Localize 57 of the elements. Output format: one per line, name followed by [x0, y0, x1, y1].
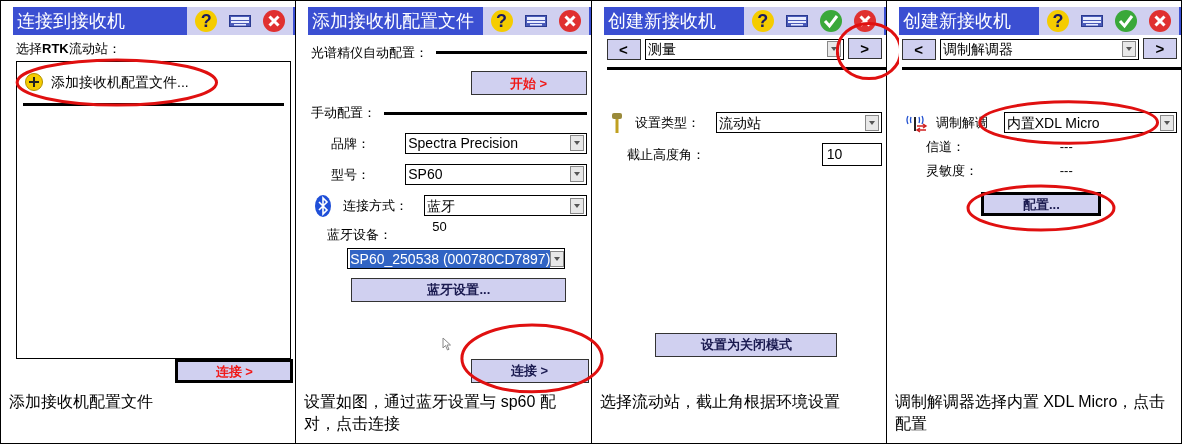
field-label: 型号：	[331, 165, 372, 184]
close-icon	[558, 10, 581, 32]
next-button[interactable]: >	[1143, 38, 1177, 59]
dropdown[interactable]: 流动站	[715, 112, 882, 133]
caption-text: 调制解调器选择内置 XDL Micro，点击配置	[893, 392, 1167, 434]
help-icon[interactable]: ?	[751, 10, 774, 32]
dialog-button[interactable]: 连接 >	[470, 359, 589, 383]
previous-button[interactable]: <	[606, 38, 641, 60]
dialog-button[interactable]: 蓝牙设置...	[351, 278, 567, 302]
checkmark-icon	[1115, 10, 1137, 32]
checkmark-icon	[819, 10, 842, 32]
section-label: 光谱精仪自动配置：	[311, 44, 429, 62]
help-icon[interactable]: ?	[490, 10, 513, 32]
dropdown[interactable]: SP60	[405, 163, 587, 185]
help-icon[interactable]: ?	[195, 10, 218, 32]
field-label: 灵敏度：	[925, 161, 979, 180]
field-label: 选择RTK流动站：	[16, 40, 121, 58]
mouse-pointer-icon	[442, 337, 453, 351]
survey-pole-icon	[610, 112, 623, 133]
bluetooth-icon	[315, 194, 332, 217]
dropdown[interactable]: 调制解调器	[939, 38, 1139, 60]
next-button[interactable]: >	[847, 38, 882, 59]
field-label: 设置类型：	[634, 113, 700, 132]
help-icon[interactable]: ?	[1047, 10, 1069, 32]
field-value: ---	[1059, 138, 1073, 156]
window-title: 添加接收机配置文件	[308, 7, 483, 35]
close-icon	[263, 10, 286, 32]
keyboard-icon	[229, 15, 252, 27]
stray-text: 50	[432, 217, 447, 236]
previous-button[interactable]: <	[901, 38, 936, 60]
caption-text: 设置如图，通过蓝牙设置与 sp60 配对，点击连接	[303, 392, 557, 434]
field-value: ---	[1059, 161, 1073, 180]
window-title: 创建新接收机	[898, 7, 1039, 35]
text-input[interactable]: 10	[821, 143, 882, 166]
keyboard-icon	[785, 15, 808, 27]
field-label: 蓝牙设备：	[327, 225, 393, 244]
caption-text: 选择流动站，截止角根据环境设置	[598, 392, 841, 412]
dropdown[interactable]: 测量	[644, 38, 844, 60]
window-title: 创建新接收机	[603, 7, 744, 35]
keyboard-icon	[524, 15, 547, 27]
section-label: 手动配置：	[311, 104, 377, 123]
dropdown[interactable]: SP60_250538 (000780CD7897)	[347, 248, 566, 270]
caption-text: 添加接收机配置文件	[8, 392, 154, 412]
window-title: 连接到接收机	[13, 7, 188, 35]
dropdown[interactable]: 内置XDL Micro	[1003, 112, 1177, 133]
field-label: 连接方式：	[343, 197, 409, 215]
field-label: 品牌：	[331, 134, 372, 153]
plus-icon	[25, 73, 43, 91]
field-label: 截止高度角：	[626, 145, 701, 164]
dropdown[interactable]: Spectra Precision	[405, 132, 587, 154]
close-icon	[853, 10, 876, 32]
dropdown[interactable]: 蓝牙	[424, 195, 587, 217]
keyboard-icon	[1081, 15, 1103, 27]
close-icon	[1149, 10, 1171, 32]
dialog-button[interactable]: 设置为关闭模式	[655, 333, 838, 357]
field-label: 信道：	[925, 138, 966, 156]
dialog-button[interactable]: 配置...	[981, 192, 1102, 216]
